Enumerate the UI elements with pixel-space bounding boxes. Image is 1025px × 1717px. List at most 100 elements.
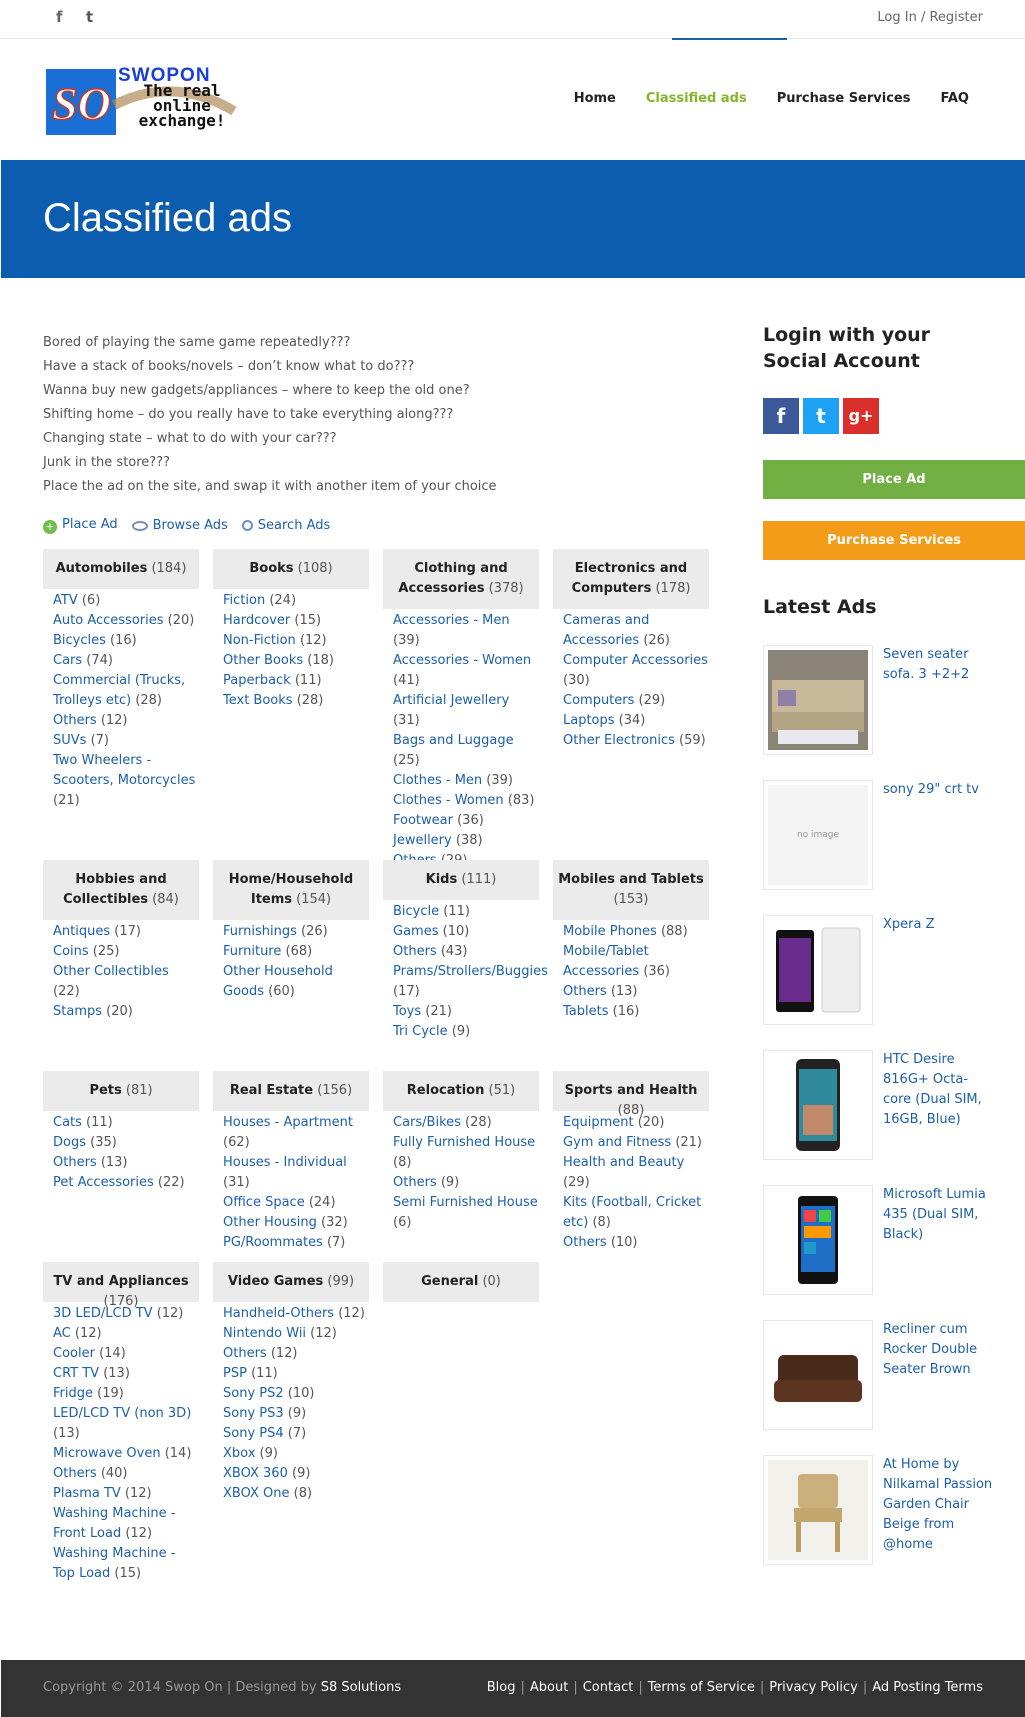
subcategory-link[interactable]: LED/LCD TV (non 3D) (53, 1406, 191, 1421)
subcategory-link[interactable]: Others (53, 1466, 97, 1481)
subcategory-link[interactable]: Others (393, 944, 437, 959)
subcategory-link[interactable]: ATV (53, 593, 78, 608)
subcategory-link[interactable]: SUVs (53, 733, 86, 748)
subcategory-link[interactable]: Cars (53, 653, 82, 668)
subcategory-link[interactable]: Text Books (223, 693, 293, 708)
subcategory-link[interactable]: Commercial (Trucks, Trolleys etc) (53, 673, 185, 708)
subcategory-link[interactable]: Hardcover (223, 613, 290, 628)
subcategory-link[interactable]: Others (53, 713, 97, 728)
subcategory-link[interactable]: Other Collectibles (53, 964, 169, 979)
subcategory-link[interactable]: Computer Accessories (563, 653, 708, 668)
subcategory-link[interactable]: Coins (53, 944, 89, 959)
subcategory-link[interactable]: Dogs (53, 1135, 86, 1150)
subcategory-link[interactable]: Cameras and Accessories (563, 613, 649, 648)
ad-title-link[interactable]: At Home by Nilkamal Passion Garden Chair… (883, 1455, 993, 1555)
category-header[interactable]: Clothing and Accessories (378) (383, 549, 539, 609)
ad-title-link[interactable]: Seven seater sofa. 3 +2+2 (883, 645, 993, 685)
subcategory-link[interactable]: Pet Accessories (53, 1175, 154, 1190)
subcategory-link[interactable]: AC (53, 1326, 71, 1341)
subcategory-link[interactable]: Non-Fiction (223, 633, 296, 648)
category-header[interactable]: Relocation (51) (383, 1071, 539, 1111)
category-header[interactable]: TV and Appliances (176) (43, 1262, 199, 1309)
subcategory-link[interactable]: Antiques (53, 924, 110, 939)
login-register-link[interactable]: Log In / Register (877, 10, 983, 25)
category-header[interactable]: Sports and Health (88) (553, 1071, 709, 1118)
subcategory-link[interactable]: Washing Machine - Front Load (53, 1506, 175, 1541)
subcategory-link[interactable]: Bicycle (393, 904, 439, 919)
subcategory-link[interactable]: Prams/Strollers/Buggies (393, 964, 548, 979)
subcategory-link[interactable]: Mobile Phones (563, 924, 657, 939)
subcategory-link[interactable]: Handheld-Others (223, 1306, 334, 1321)
subcategory-link[interactable]: PSP (223, 1366, 247, 1381)
subcategory-link[interactable]: Footwear (393, 813, 453, 828)
subcategory-link[interactable]: Toys (393, 1004, 421, 1019)
subcategory-link[interactable]: Semi Furnished House (393, 1195, 538, 1210)
nav-purchase-services[interactable]: Purchase Services (777, 91, 911, 106)
subcategory-link[interactable]: Tablets (563, 1004, 609, 1019)
subcategory-link[interactable]: Health and Beauty (563, 1155, 684, 1170)
ad-thumbnail[interactable] (763, 1320, 873, 1430)
category-header[interactable]: Video Games (99) (213, 1262, 369, 1302)
footer-link-ad-posting-terms[interactable]: Ad Posting Terms (872, 1680, 983, 1695)
category-header[interactable]: Pets (81) (43, 1071, 199, 1111)
facebook-login-icon[interactable]: f (763, 398, 799, 434)
category-header[interactable]: Kids (111) (383, 860, 539, 900)
footer-link-terms-of-service[interactable]: Terms of Service (648, 1680, 755, 1695)
subcategory-link[interactable]: Plasma TV (53, 1486, 121, 1501)
subcategory-link[interactable]: Cars/Bikes (393, 1115, 461, 1130)
category-header[interactable]: Real Estate (156) (213, 1071, 369, 1111)
twitter-login-icon[interactable]: t (803, 398, 839, 434)
ad-title-link[interactable]: HTC Desire 816G+ Octa-core (Dual SIM, 16… (883, 1050, 993, 1130)
subcategory-link[interactable]: Cats (53, 1115, 82, 1130)
designer-link[interactable]: S8 Solutions (321, 1680, 401, 1695)
footer-link-contact[interactable]: Contact (583, 1680, 634, 1695)
subcategory-link[interactable]: Nintendo Wii (223, 1326, 306, 1341)
subcategory-link[interactable]: Fridge (53, 1386, 93, 1401)
subcategory-link[interactable]: Sony PS2 (223, 1386, 284, 1401)
category-header[interactable]: Home/Household Items (154) (213, 860, 369, 920)
category-header[interactable]: Hobbies and Collectibles (84) (43, 860, 199, 920)
subcategory-link[interactable]: Auto Accessories (53, 613, 164, 628)
category-header[interactable]: Electronics and Computers (178) (553, 549, 709, 609)
ad-title-link[interactable]: Microsoft Lumia 435 (Dual SIM, Black) (883, 1185, 993, 1245)
subcategory-link[interactable]: Mobile/Tablet Accessories (563, 944, 649, 979)
subcategory-link[interactable]: XBOX 360 (223, 1466, 288, 1481)
subcategory-link[interactable]: Cooler (53, 1346, 95, 1361)
category-header[interactable]: Automobiles (184) (43, 549, 199, 589)
subcategory-link[interactable]: Others (563, 984, 607, 999)
ad-thumbnail[interactable] (763, 1185, 873, 1295)
category-header[interactable]: General (0) (383, 1262, 539, 1302)
ad-thumbnail[interactable] (763, 645, 873, 755)
ad-thumbnail[interactable] (763, 915, 873, 1025)
subcategory-link[interactable]: Two Wheelers - Scooters, Motorcycles (53, 753, 195, 788)
place-ad-link[interactable]: + Place Ad (43, 517, 118, 534)
subcategory-link[interactable]: Houses - Individual (223, 1155, 347, 1170)
subcategory-link[interactable]: Sony PS4 (223, 1426, 284, 1441)
google-plus-login-icon[interactable]: g+ (843, 398, 879, 434)
footer-link-privacy-policy[interactable]: Privacy Policy (769, 1680, 858, 1695)
subcategory-link[interactable]: Clothes - Women (393, 793, 504, 808)
subcategory-link[interactable]: Stamps (53, 1004, 102, 1019)
subcategory-link[interactable]: Other Electronics (563, 733, 675, 748)
subcategory-link[interactable]: PG/Roommates (223, 1235, 323, 1250)
subcategory-link[interactable]: Other Housing (223, 1215, 317, 1230)
subcategory-link[interactable]: Artificial Jewellery (393, 693, 509, 708)
nav-faq[interactable]: FAQ (940, 91, 969, 106)
subcategory-link[interactable]: Furnishings (223, 924, 297, 939)
ad-title-link[interactable]: Recliner cum Rocker Double Seater Brown (883, 1320, 993, 1380)
subcategory-link[interactable]: Others (393, 1175, 437, 1190)
subcategory-link[interactable]: Sony PS3 (223, 1406, 284, 1421)
category-header[interactable]: Books (108) (213, 549, 369, 589)
subcategory-link[interactable]: Microwave Oven (53, 1446, 161, 1461)
footer-link-blog[interactable]: Blog (487, 1680, 516, 1695)
subcategory-link[interactable]: Other Books (223, 653, 303, 668)
subcategory-link[interactable]: XBOX One (223, 1486, 290, 1501)
purchase-services-button[interactable]: Purchase Services (763, 521, 1025, 560)
ad-thumbnail[interactable] (763, 1050, 873, 1160)
nav-classified-ads[interactable]: Classified ads (646, 91, 747, 106)
ad-thumbnail[interactable]: no image (763, 780, 873, 890)
subcategory-link[interactable]: Gym and Fitness (563, 1135, 671, 1150)
ad-thumbnail[interactable] (763, 1455, 873, 1565)
subcategory-link[interactable]: Kits (Football, Cricket etc) (563, 1195, 701, 1230)
ad-title-link[interactable]: Xpera Z (883, 915, 993, 935)
